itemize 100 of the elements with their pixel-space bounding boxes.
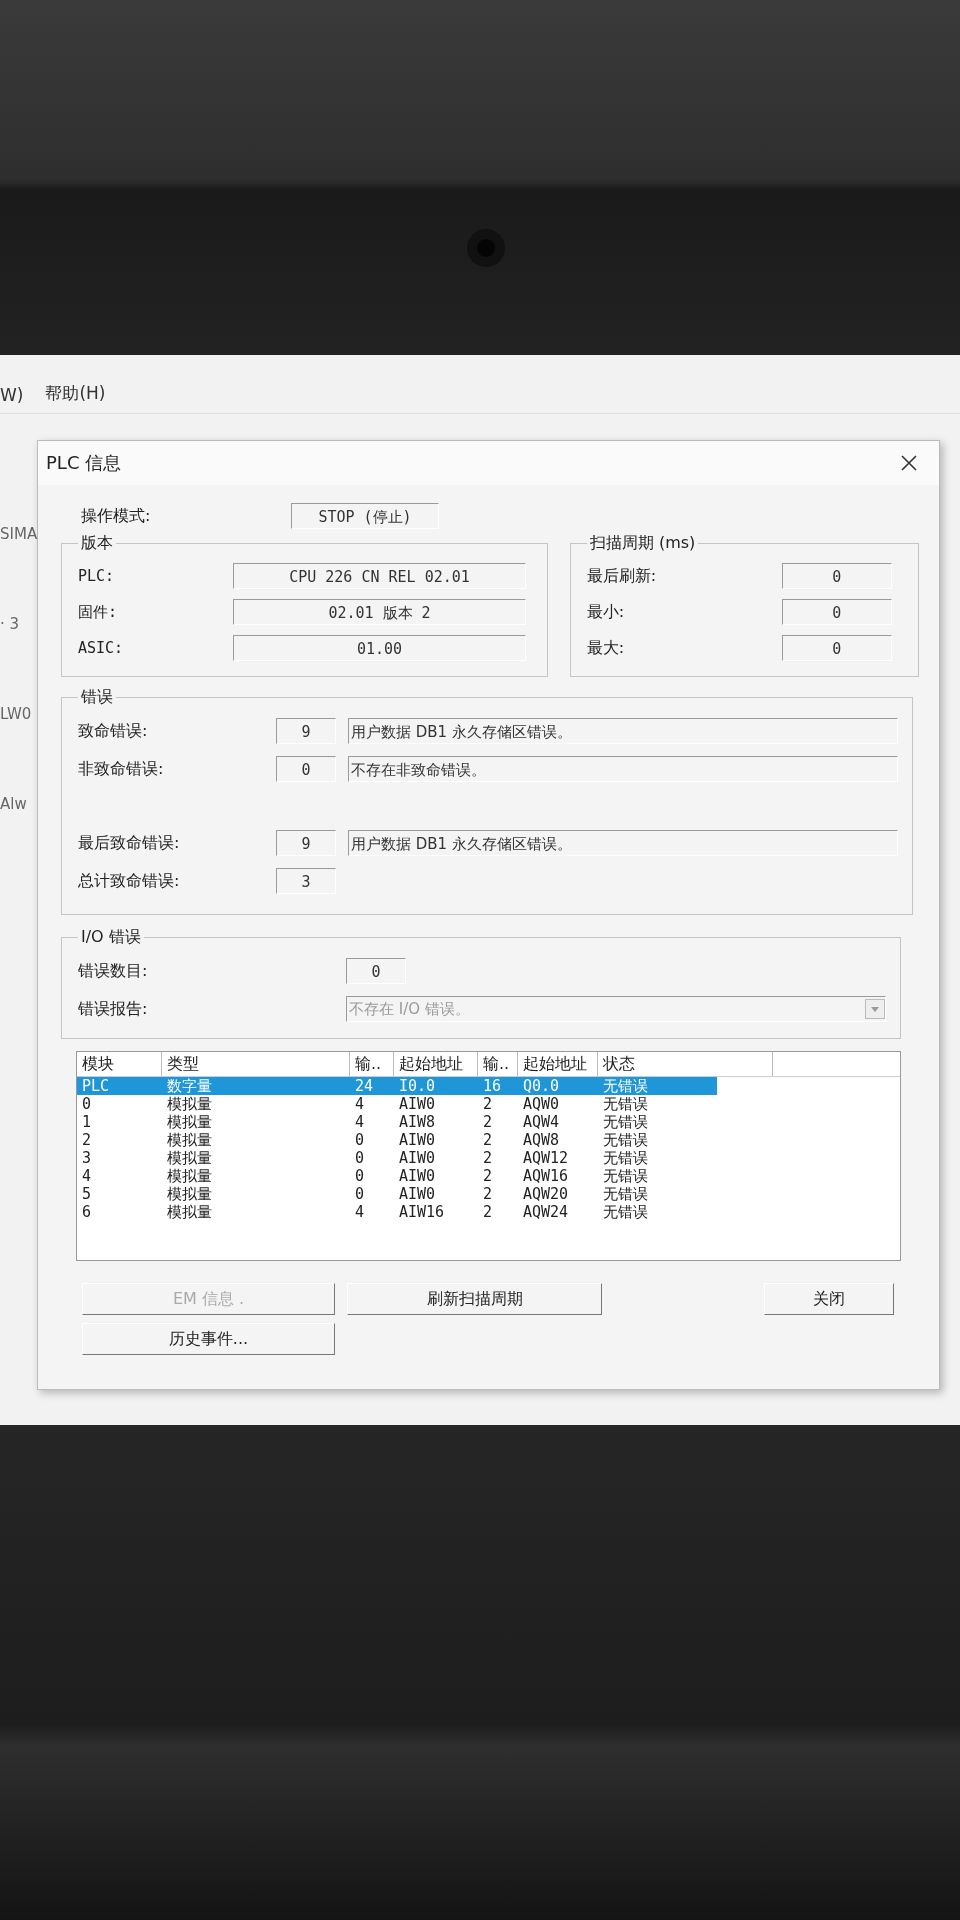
table-cell-text: 24 (354, 1077, 375, 1095)
field-label: 最大: (586, 637, 626, 659)
group-title: 错误 (80, 687, 114, 708)
menu-item[interactable]: W) (0, 385, 24, 405)
table-cell-text: AIW0 (398, 1149, 437, 1167)
message-field: 不存在非致命错误。 (348, 756, 898, 782)
table-cell-text: 1 (81, 1113, 93, 1131)
group-title: I/O 错误 (80, 927, 142, 948)
table-cell-text: AQW24 (522, 1203, 570, 1221)
table-cell-text: 4 (81, 1167, 93, 1185)
table-cell-text: 无错误 (602, 1077, 649, 1095)
table-cell-text: 2 (482, 1185, 494, 1203)
field-label: PLC: (78, 567, 116, 585)
group-title: 扫描周期 (ms) (588, 533, 697, 554)
message-field: 用户数据 DB1 永久存储区错误。 (348, 830, 898, 856)
field-label: 固件: (78, 602, 119, 622)
table-cell-text: I0.0 (398, 1077, 437, 1095)
table-cell-text: 无错误 (602, 1095, 649, 1113)
dialog-button[interactable]: 历史事件... (82, 1323, 335, 1355)
table-cell-text: 模拟量 (166, 1131, 213, 1149)
table-cell-text: 2 (482, 1095, 494, 1113)
table-cell-text: 0 (354, 1149, 366, 1167)
value-field: 01.00 (233, 635, 526, 661)
message-field: 用户数据 DB1 永久存储区错误。 (348, 718, 898, 744)
table-cell-text: 4 (354, 1095, 366, 1113)
table-cell-text: AQW12 (522, 1149, 570, 1167)
table-cell-text: AQW4 (522, 1113, 561, 1131)
table-cell-text: AQW16 (522, 1167, 570, 1185)
column-header[interactable]: 输.. (478, 1052, 518, 1076)
table-cell-text: 模拟量 (166, 1113, 213, 1131)
column-header[interactable]: 输.. (350, 1052, 394, 1076)
field-label: 总计致命错误: (78, 870, 181, 892)
table-cell-text: 4 (354, 1113, 366, 1131)
background-label: · 3 (0, 614, 21, 635)
table-cell-text: AIW0 (398, 1095, 437, 1113)
table-cell-text: 0 (354, 1131, 366, 1149)
field-label: 错误报告: (78, 998, 149, 1020)
table-cell-text: 2 (482, 1113, 494, 1131)
table-row[interactable]: 3 模拟量 0 AIW0 2 AQW12 无错误 (77, 1149, 717, 1167)
table-row[interactable]: 0 模拟量 4 AIW0 2 AQW0 无错误 (77, 1095, 717, 1113)
table-cell-text: AIW0 (398, 1167, 437, 1185)
table-cell-text: 无错误 (602, 1203, 649, 1221)
table-cell-text: 2 (482, 1149, 494, 1167)
table-row[interactable]: 5 模拟量 0 AIW0 2 AQW20 无错误 (77, 1185, 717, 1203)
table-row[interactable]: 2 模拟量 0 AIW0 2 AQW8 无错误 (77, 1131, 717, 1149)
value-field: 0 (781, 635, 892, 661)
table-cell-text: 模拟量 (166, 1203, 213, 1221)
table-cell-text: 数字量 (166, 1077, 213, 1095)
field-label: 致命错误: (78, 720, 149, 742)
table-cell-text: 无错误 (602, 1149, 649, 1167)
window-title: PLC 信息 (46, 451, 122, 475)
column-header[interactable]: 起始地址 (518, 1052, 598, 1076)
table-cell-text: 无错误 (602, 1185, 649, 1203)
group-title: 版本 (80, 533, 114, 554)
table-cell-text: PLC (81, 1077, 111, 1095)
table-cell-text: 模拟量 (166, 1149, 213, 1167)
background-label: SIMA (0, 524, 37, 545)
table-cell-text: 0 (354, 1185, 366, 1203)
table-cell-text: 3 (81, 1149, 93, 1167)
value-field: 02.01 版本 2 (233, 599, 526, 625)
code-field: 0 (276, 756, 336, 782)
value-field: CPU 226 CN REL 02.01 (233, 563, 526, 589)
code-field: 3 (276, 868, 336, 894)
code-field: 9 (276, 718, 336, 744)
table-cell-text: AQW8 (522, 1131, 561, 1149)
dialog-button[interactable]: 关闭 (764, 1283, 894, 1315)
table-cell-text: 模拟量 (166, 1185, 213, 1203)
table-cell-text: 16 (482, 1077, 503, 1095)
table-cell-text: 5 (81, 1185, 93, 1203)
table-cell-text: Q0.0 (522, 1077, 561, 1095)
table-cell-text: 4 (354, 1203, 366, 1221)
table-cell-text: 模拟量 (166, 1167, 213, 1185)
table-cell-text: 0 (81, 1095, 93, 1113)
table-cell-text: AQW0 (522, 1095, 561, 1113)
count-field: 0 (346, 958, 406, 984)
table-cell-text: 0 (354, 1167, 366, 1185)
dialog-button[interactable]: 刷新扫描周期 (347, 1283, 602, 1315)
table-row[interactable]: 1 模拟量 4 AIW8 2 AQW4 无错误 (77, 1113, 717, 1131)
table-row[interactable]: 6 模拟量 4 AIW16 2 AQW24 无错误 (77, 1203, 717, 1221)
field-label: 最后致命错误: (78, 832, 181, 854)
menu-item[interactable]: 帮助(H) (45, 382, 106, 405)
column-header[interactable]: 类型 (162, 1052, 350, 1076)
table-cell-text: 2 (81, 1131, 93, 1149)
table-row[interactable]: 4 模拟量 0 AIW0 2 AQW16 无错误 (77, 1167, 717, 1185)
table-cell-text: AIW0 (398, 1131, 437, 1149)
column-header[interactable]: 起始地址 (394, 1052, 478, 1076)
mode-field: STOP (停止) (291, 503, 439, 529)
close-icon[interactable] (899, 453, 919, 473)
field-label: 最小: (586, 601, 626, 623)
field-label: 非致命错误: (78, 758, 165, 780)
background-label: Alw (0, 794, 28, 815)
field-label: 错误数目: (78, 960, 149, 982)
table-cell-text: AQW20 (522, 1185, 570, 1203)
table-cell-text: 2 (482, 1131, 494, 1149)
background-label: LW0 (0, 704, 33, 725)
table-cell-text: 无错误 (602, 1113, 649, 1131)
table-cell-text: 2 (482, 1167, 494, 1185)
field-label: 最后刷新: (586, 565, 658, 587)
column-header[interactable]: 状态 (598, 1052, 773, 1076)
column-header[interactable]: 模块 (77, 1052, 162, 1076)
